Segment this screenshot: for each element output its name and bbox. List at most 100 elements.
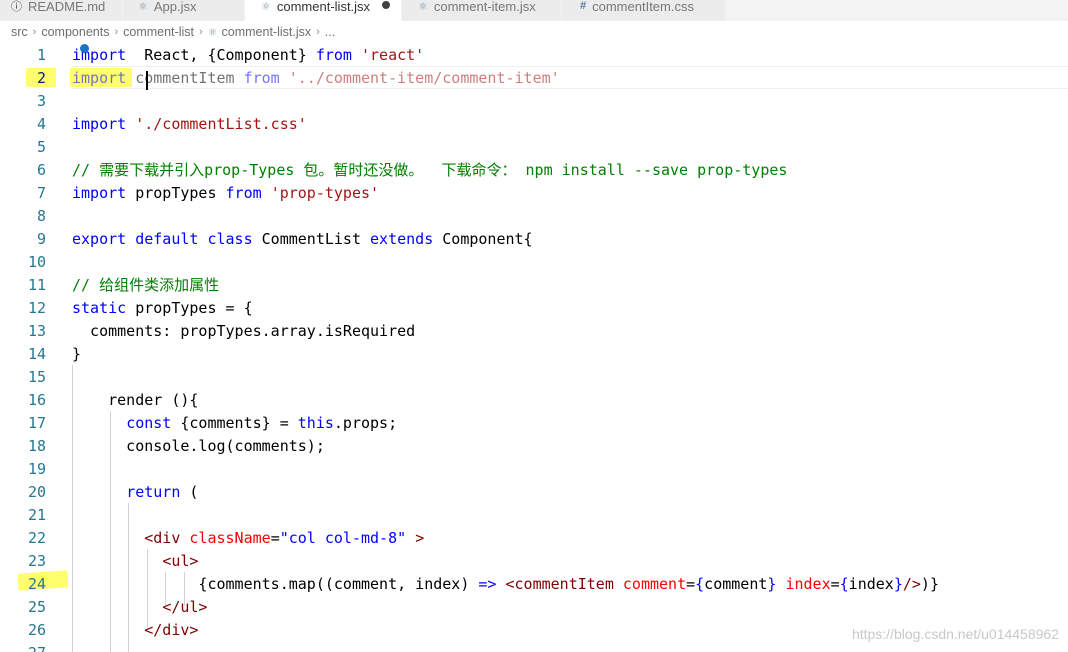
code-token: return (126, 483, 181, 501)
line-number[interactable]: 13 (0, 320, 46, 343)
code-token: { (839, 575, 849, 593)
code-token: class (207, 230, 253, 248)
hash-icon: # (580, 0, 587, 12)
code-line[interactable]: import React, {Component} from 'react' (72, 44, 424, 67)
code-line[interactable]: // 需要下载并引入prop-Types 包。暂时还没做。 下载命令： npm … (72, 159, 787, 182)
line-number[interactable]: 27 (0, 642, 46, 652)
code-line[interactable]: console.log(comments); (72, 435, 325, 458)
code-line[interactable]: </div> (72, 619, 198, 642)
code-token: index (785, 575, 831, 593)
code-token: Component{ (433, 230, 533, 248)
code-line[interactable]: {comments.map((comment, index) => <comme… (72, 573, 939, 596)
code-token: .props; (333, 414, 398, 432)
breadcrumb-components[interactable]: components (41, 25, 109, 39)
line-number[interactable]: 8 (0, 205, 46, 228)
code-line[interactable]: </ul> (72, 596, 207, 619)
line-number[interactable]: 14 (0, 343, 46, 366)
code-token: {comments} = (171, 414, 298, 432)
tab-app-jsx[interactable]: ⚛ App.jsx (123, 0, 245, 21)
line-number[interactable]: 3 (0, 90, 46, 113)
code-token: 'prop-types' (270, 184, 380, 202)
code-token: { (695, 575, 705, 593)
line-number[interactable]: 18 (0, 435, 46, 458)
breadcrumb-comment-list[interactable]: comment-list (123, 25, 194, 39)
code-token: static (72, 299, 127, 317)
line-number[interactable]: 22 (0, 527, 46, 550)
line-number-gutter[interactable]: 1 2 3 4 5 6 7 8 9 10 11 12 13 14 15 16 17 18 19 20 21 22 23 24 2… (0, 43, 62, 652)
code-area[interactable]: import React, {Component} from 'react' im… (72, 43, 1068, 652)
code-token: comment (622, 575, 687, 593)
line-number[interactable]: 5 (0, 136, 46, 159)
line-number[interactable]: 2 (0, 67, 46, 90)
line-number[interactable]: 23 (0, 550, 46, 573)
line-number[interactable]: 7 (0, 182, 46, 205)
code-line[interactable]: } (72, 343, 81, 366)
code-token: "col col-md-8" (279, 529, 407, 547)
react-icon: ⚛ (418, 0, 428, 13)
code-token: extends (370, 230, 434, 248)
code-token: </div> (144, 621, 199, 639)
code-line[interactable]: comments: propTypes.array.isRequired (72, 320, 415, 343)
code-token: /> (902, 575, 921, 593)
line-number[interactable]: 12 (0, 297, 46, 320)
line-number[interactable]: 21 (0, 504, 46, 527)
tab-commentitem-css[interactable]: # commentItem.css (562, 0, 726, 21)
tab-comment-item-jsx[interactable]: ⚛ comment-item.jsx (402, 0, 562, 21)
code-token: './commentList.css' (135, 115, 307, 133)
code-token: => (478, 575, 497, 593)
code-line[interactable]: <ul> (72, 550, 198, 573)
text-cursor (146, 71, 148, 90)
info-icon: ⓘ (11, 1, 22, 13)
line-number[interactable]: 24 (0, 573, 46, 596)
line-number[interactable]: 15 (0, 366, 46, 389)
code-token: from (243, 69, 280, 87)
code-token: comments: propTypes.array.isRequired (72, 322, 416, 340)
code-line[interactable]: render (){ (72, 389, 198, 412)
breadcrumb-src[interactable]: src (11, 25, 28, 39)
line-number[interactable]: 9 (0, 228, 46, 251)
code-token: <ul> (162, 552, 199, 570)
line-number[interactable]: 4 (0, 113, 46, 136)
code-line[interactable]: export default class CommentList extends… (72, 228, 533, 251)
line-number[interactable]: 19 (0, 458, 46, 481)
code-token: React, {Component} (126, 46, 316, 64)
code-token: console.log(comments); (72, 437, 325, 455)
line-number[interactable]: 16 (0, 389, 46, 412)
line-number[interactable]: 20 (0, 481, 46, 504)
code-token: = (830, 575, 840, 593)
code-token: comment (704, 575, 768, 593)
code-line[interactable]: const {comments} = this.props; (72, 412, 397, 435)
code-line[interactable]: import './commentList.css' (72, 113, 307, 136)
unsaved-dot-icon[interactable] (382, 1, 390, 9)
react-icon: ⚛ (138, 0, 148, 13)
tab-label: comment-item.jsx (433, 0, 536, 14)
tab-comment-list-jsx[interactable]: ⚛ comment-list.jsx (245, 0, 402, 21)
line-number[interactable]: 11 (0, 274, 46, 297)
code-token: // 需要下载并引入prop-Types 包。暂时还没做。 下载命令： npm … (72, 161, 788, 179)
line-number[interactable]: 17 (0, 412, 46, 435)
code-line[interactable]: return ( (72, 481, 198, 504)
chevron-right-icon: › (32, 26, 37, 38)
chevron-right-icon: › (316, 26, 320, 38)
code-line[interactable]: // 给组件类添加属性 (72, 274, 219, 297)
line-number[interactable]: 25 (0, 596, 46, 619)
editor-tab-bar: ⓘ README.md ⚛ App.jsx ⚛ comment-list.jsx… (0, 0, 1068, 21)
line-number[interactable]: 26 (0, 619, 46, 642)
line-number[interactable]: 6 (0, 159, 46, 182)
code-editor[interactable]: 1 2 3 4 5 6 7 8 9 10 11 12 13 14 15 16 17 18 19 20 21 22 23 24 2… (0, 43, 1068, 652)
breadcrumb-file[interactable]: comment-list.jsx (222, 25, 312, 39)
breakpoint-hint-dot-icon (80, 44, 89, 53)
tab-readme[interactable]: ⓘ README.md (0, 0, 123, 21)
code-line[interactable]: static propTypes = { (72, 297, 253, 320)
code-line[interactable]: import propTypes from 'prop-types' (72, 182, 379, 205)
breadcrumb-symbol[interactable]: ... (325, 25, 335, 39)
line-number[interactable]: 1 (0, 44, 46, 67)
code-token: )} (920, 575, 939, 593)
code-line[interactable]: <div className="col col-md-8" > (72, 527, 424, 550)
line-number[interactable]: 10 (0, 251, 46, 274)
